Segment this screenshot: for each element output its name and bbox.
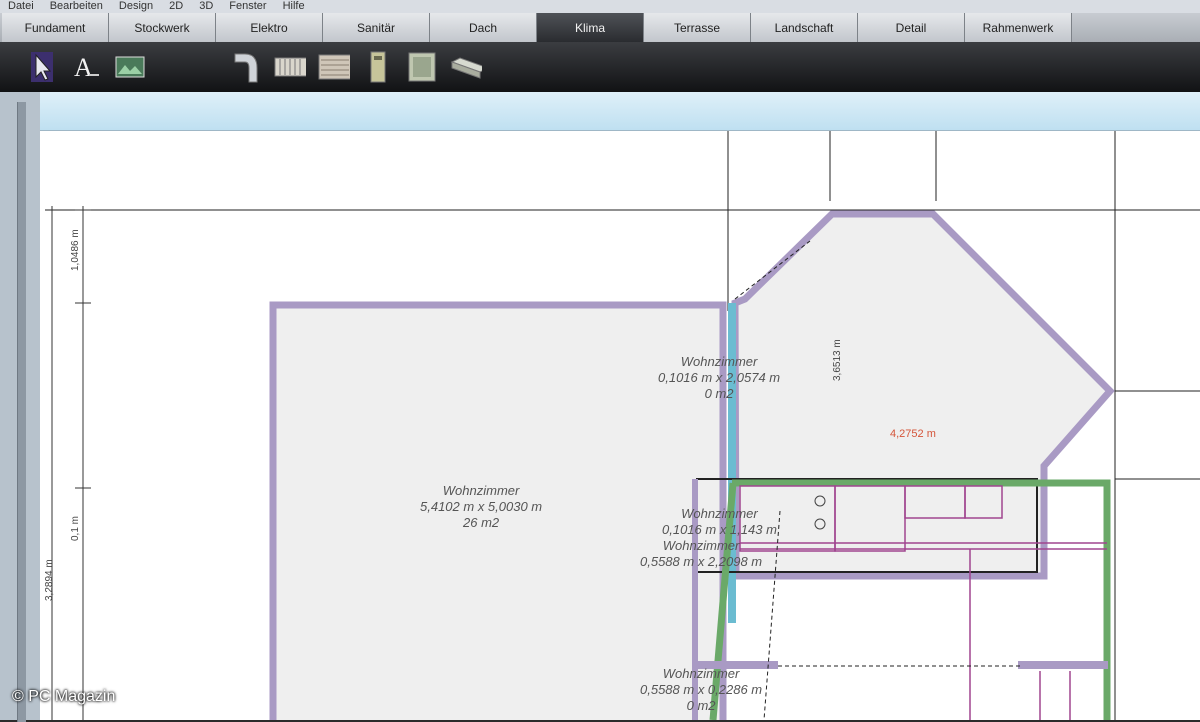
menu-2d[interactable]: 2D: [161, 0, 191, 13]
tab-elektro[interactable]: Elektro: [216, 13, 323, 42]
room5-name: Wohnzimmer: [662, 666, 740, 681]
tab-rahmenwerk[interactable]: Rahmenwerk: [965, 13, 1072, 42]
category-tab-bar: Fundament Stockwerk Elektro Sanitär Dach…: [0, 13, 1200, 42]
menu-bar: Datei Bearbeiten Design 2D 3D Fenster Hi…: [0, 0, 1200, 13]
room1-name: Wohnzimmer: [442, 483, 520, 498]
room3-label: Wohnzimmer 0,1016 m x 1,143 m: [662, 506, 777, 538]
floor-plan-canvas[interactable]: Wohnzimmer 5,4102 m x 5,0030 m 26 m2 Woh…: [40, 131, 1200, 720]
tab-dach[interactable]: Dach: [430, 13, 537, 42]
room4-label: Wohnzimmer 0,5588 m x 2,2098 m: [640, 538, 762, 570]
image-tool-icon[interactable]: [114, 49, 146, 85]
room4-dims: 0,5588 m x 2,2098 m: [640, 554, 763, 569]
menu-3d[interactable]: 3D: [191, 0, 221, 13]
menu-datei[interactable]: Datei: [0, 0, 42, 13]
room3-dims: 0,1016 m x 1,143 m: [662, 522, 777, 537]
svg-text:A: A: [74, 53, 93, 82]
duct-elbow-icon[interactable]: [230, 49, 262, 85]
room1-dims: 5,4102 m x 5,0030 m: [420, 499, 543, 514]
room2-name: Wohnzimmer: [680, 354, 758, 369]
room-octagon: [731, 210, 1115, 580]
room2-dims: 0,1016 m x 2,0574 m: [658, 370, 781, 385]
watermark: © PC Magazin: [12, 688, 116, 705]
tab-sanitaer[interactable]: Sanitär: [323, 13, 430, 42]
tab-fundament[interactable]: Fundament: [2, 13, 109, 42]
text-tool-icon[interactable]: A: [70, 49, 102, 85]
room5-label: Wohnzimmer 0,5588 m x 0,2286 m 0 m2: [640, 666, 762, 714]
room2-area: 0 m2: [704, 386, 734, 401]
dimension-label-left-3: 0,1 m: [70, 515, 81, 541]
room2-label: Wohnzimmer 0,1016 m x 2,0574 m 0 m2: [658, 354, 780, 402]
menu-hilfe[interactable]: Hilfe: [275, 0, 313, 13]
vertical-ruler[interactable]: [17, 102, 26, 722]
purple-wall: [1018, 661, 1108, 669]
ac-unit-icon[interactable]: [406, 49, 438, 85]
menu-bearbeiten[interactable]: Bearbeiten: [42, 0, 111, 13]
tab-detail[interactable]: Detail: [858, 13, 965, 42]
room5-dims: 0,5588 m x 0,2286 m: [640, 682, 763, 697]
menu-fenster[interactable]: Fenster: [221, 0, 274, 13]
radiator-icon[interactable]: [274, 49, 306, 85]
room3-name: Wohnzimmer: [681, 506, 758, 521]
tool-palette: A: [0, 42, 1200, 92]
floor-plan-drawing: [45, 131, 1200, 720]
left-side-panel: [0, 92, 40, 722]
room4-name: Wohnzimmer: [662, 538, 740, 553]
tab-stockwerk[interactable]: Stockwerk: [109, 13, 216, 42]
tab-klima[interactable]: Klima: [537, 13, 644, 42]
cyan-wall: [728, 303, 736, 623]
dimension-label-diagonal: 3,6513 m: [832, 339, 843, 381]
info-bar: [40, 92, 1200, 131]
dimension-label-left-1: 1,0486 m: [70, 229, 81, 271]
dimension-label-left-2: 3,2894 m: [44, 559, 55, 601]
tab-terrasse[interactable]: Terrasse: [644, 13, 751, 42]
tab-landschaft[interactable]: Landschaft: [751, 13, 858, 42]
vent-grille-icon[interactable]: [318, 49, 350, 85]
select-arrow-icon[interactable]: [26, 49, 58, 85]
duct-pipe-icon[interactable]: [450, 49, 482, 85]
room1-label: Wohnzimmer 5,4102 m x 5,0030 m 26 m2: [420, 483, 542, 531]
dimension-label-orange: 4,2752 m: [890, 428, 936, 440]
room1-area: 26 m2: [463, 515, 500, 530]
room5-area: 0 m2: [686, 698, 716, 713]
menu-design[interactable]: Design: [111, 0, 161, 13]
boiler-icon[interactable]: [362, 49, 394, 85]
